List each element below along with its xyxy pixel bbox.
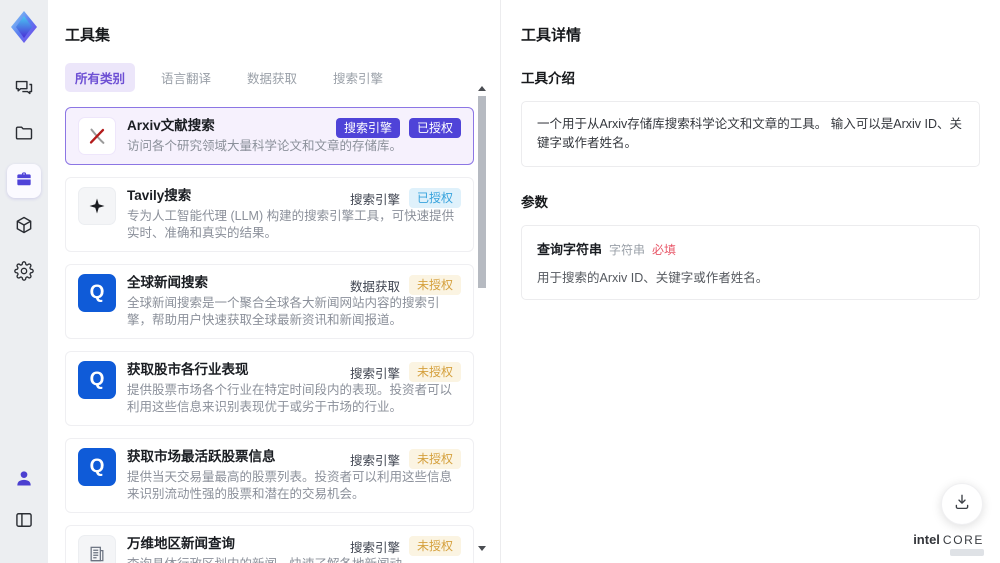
tool-description: 提供当天交易量最高的股票列表。投资者可以利用这些信息来识别流动性强的股票和潜在的…	[127, 470, 453, 501]
tab-data-fetch[interactable]: 数据获取	[237, 63, 307, 92]
folder-icon	[14, 123, 34, 148]
auth-status-badge: 未授权	[408, 362, 461, 382]
download-icon	[953, 493, 971, 516]
auth-status-badge: 未授权	[408, 449, 461, 469]
list-scrollbar[interactable]	[477, 86, 487, 551]
news-service-icon: Q	[78, 274, 116, 312]
panel-layout-icon	[14, 510, 34, 535]
param-name: 查询字符串	[537, 242, 603, 257]
sidebar-item-chat[interactable]	[7, 72, 41, 106]
arxiv-icon	[78, 117, 116, 155]
tool-list: Arxiv文献搜索 访问各个研究领域大量科学论文和文章的存储库。 搜索引擎 已授…	[65, 107, 474, 563]
details-title: 工具详情	[521, 27, 582, 44]
gear-icon	[14, 260, 34, 286]
newspaper-icon	[78, 535, 116, 563]
tool-description: 访问各个研究领域大量科学论文和文章的存储库。	[127, 139, 403, 153]
tool-description: 全球新闻搜索是一个聚合全球各大新闻网站内容的搜索引擎，帮助用户快速获取全球最新资…	[127, 296, 440, 327]
category-badge: 搜索引擎	[335, 118, 400, 138]
intro-text: 一个用于从Arxiv存储库搜索科学论文和文章的工具。 输入可以是Arxiv ID…	[537, 117, 963, 150]
brand-core-text: core	[942, 533, 984, 547]
toolbox-icon	[14, 169, 34, 194]
scrollbar-down-arrow[interactable]	[478, 546, 486, 551]
page-title: 工具集	[65, 27, 111, 44]
param-description: 用于搜索的Arxiv ID、关键字或作者姓名。	[537, 271, 769, 285]
tool-card-tavily[interactable]: Tavily搜索 专为人工智能代理 (LLM) 构建的搜索引擎工具，可快速提供实…	[65, 177, 474, 252]
tool-card-sector-performance[interactable]: Q 获取股市各行业表现 提供股票市场各个行业在特定时间段内的表现。投资者可以利用…	[65, 351, 474, 426]
tab-search-engine[interactable]: 搜索引擎	[323, 63, 393, 92]
category-label: 搜索引擎	[349, 453, 400, 468]
brand-sub-mark	[950, 549, 984, 556]
tool-card-active-stocks[interactable]: Q 获取市场最活跃股票信息 提供当天交易量最高的股票列表。投资者可以利用这些信息…	[65, 438, 474, 513]
tool-details-panel: 工具详情 工具介绍 一个用于从Arxiv存储库搜索科学论文和文章的工具。 输入可…	[500, 0, 1000, 563]
left-sidebar	[0, 0, 48, 563]
tool-description: 专为人工智能代理 (LLM) 构建的搜索引擎工具，可快速提供实时、准确和真实的结…	[127, 209, 455, 240]
tab-language-translation[interactable]: 语言翻译	[151, 63, 221, 92]
news-service-icon: Q	[78, 448, 116, 486]
params-heading: 参数	[521, 195, 548, 210]
sidebar-item-toolbox[interactable]	[7, 164, 41, 198]
app-logo	[8, 10, 40, 44]
category-label: 搜索引擎	[349, 366, 400, 381]
intro-heading: 工具介绍	[521, 71, 575, 86]
param-box: 查询字符串 字符串 必填 用于搜索的Arxiv ID、关键字或作者姓名。	[521, 225, 980, 300]
tavily-star-icon	[78, 187, 116, 225]
sidebar-item-files[interactable]	[7, 118, 41, 152]
category-label: 搜索引擎	[349, 540, 400, 555]
intro-box: 一个用于从Arxiv存储库搜索科学论文和文章的工具。 输入可以是Arxiv ID…	[521, 101, 980, 167]
tab-all-categories[interactable]: 所有类别	[65, 63, 136, 92]
download-button[interactable]	[941, 483, 983, 525]
scrollbar-thumb[interactable]	[478, 96, 486, 288]
tool-card-arxiv[interactable]: Arxiv文献搜索 访问各个研究领域大量科学论文和文章的存储库。 搜索引擎 已授…	[65, 107, 474, 165]
auth-status-badge: 已授权	[408, 188, 461, 208]
scrollbar-up-arrow[interactable]	[478, 86, 486, 91]
sidebar-item-collapse[interactable]	[7, 505, 41, 539]
category-tabs: 所有类别 语言翻译 数据获取 搜索引擎	[65, 63, 474, 92]
category-label: 数据获取	[349, 279, 400, 294]
tool-card-regional-news[interactable]: 万维地区新闻查询 查询具体行政区划内的新闻，快速了解各地新闻动 搜索引擎 未授权	[65, 525, 474, 563]
sidebar-item-models[interactable]	[7, 210, 41, 244]
category-label: 搜索引擎	[349, 192, 400, 207]
sidebar-item-account[interactable]	[7, 463, 41, 497]
auth-status-badge: 已授权	[408, 118, 461, 138]
intel-core-logo: intel core	[913, 533, 984, 556]
tool-card-global-news[interactable]: Q 全球新闻搜索 全球新闻搜索是一个聚合全球各大新闻网站内容的搜索引擎，帮助用户…	[65, 264, 474, 339]
tool-list-panel: 工具集 所有类别 语言翻译 数据获取 搜索引擎 Arxiv文献搜索 访问各个研究…	[48, 0, 500, 563]
tool-description: 查询具体行政区划内的新闻，快速了解各地新闻动	[127, 556, 457, 563]
sidebar-item-settings[interactable]	[7, 256, 41, 290]
auth-status-badge: 未授权	[408, 275, 461, 295]
tool-description: 提供股票市场各个行业在特定时间段内的表现。投资者可以利用这些信息来识别表现优于或…	[127, 383, 453, 414]
param-type: 字符串	[609, 243, 646, 257]
news-service-icon: Q	[78, 361, 116, 399]
cube-icon	[14, 215, 34, 240]
auth-status-badge: 未授权	[408, 536, 461, 556]
brand-intel-text: intel	[913, 532, 940, 547]
chat-icon	[14, 77, 34, 102]
user-icon	[14, 468, 34, 493]
param-required-flag: 必填	[652, 243, 677, 257]
